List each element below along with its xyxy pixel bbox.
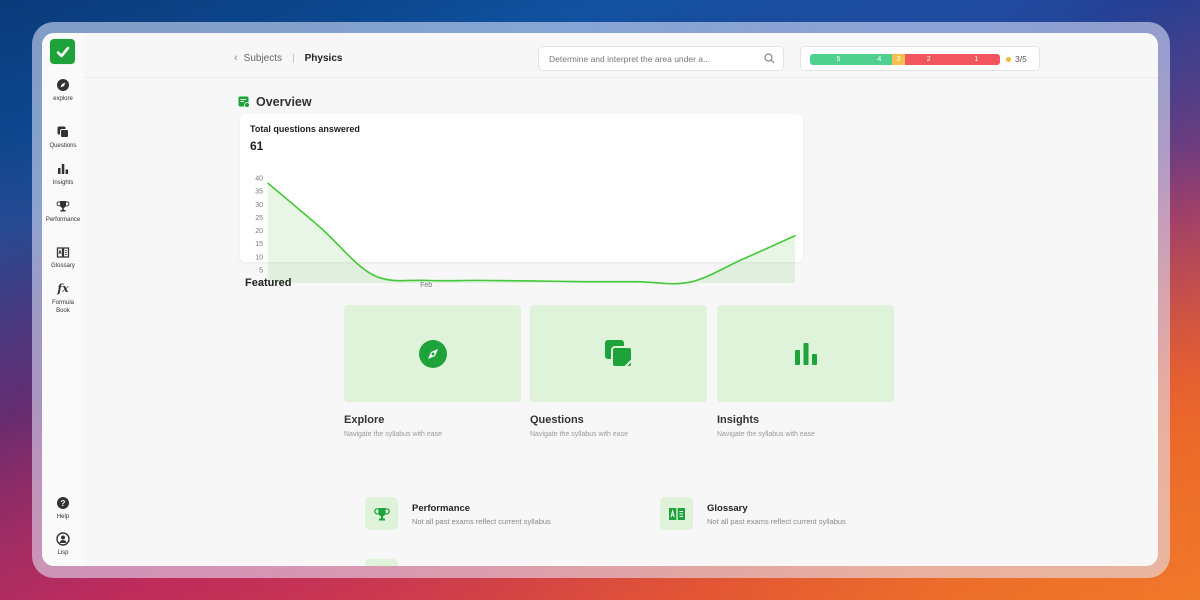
y-tick-label: 25: [255, 215, 263, 222]
sidebar-item-performance[interactable]: Performance: [42, 199, 84, 224]
y-tick-label: 20: [255, 228, 263, 235]
sidebar-item-label: Formula Book: [51, 300, 74, 314]
chart-point: [688, 281, 691, 284]
breadcrumb-current: Physics: [304, 52, 343, 64]
overview-title: Overview: [256, 95, 312, 109]
sidebar-item-questions[interactable]: Questions: [42, 125, 84, 150]
mini-card-icon-box: [660, 497, 693, 530]
book-icon: [668, 507, 685, 520]
sidebar-item-label: Lisp: [57, 550, 69, 556]
sidebar-item-user[interactable]: Lisp: [42, 532, 84, 557]
y-tick-label: 30: [255, 202, 263, 209]
sidebar-item-insights[interactable]: Insights: [42, 162, 84, 187]
trophy-icon: [56, 201, 70, 212]
trophy-icon: [373, 507, 390, 520]
mini-card-subtitle: Not all past exams reflect current sylla…: [412, 517, 551, 526]
fx-icon: fx: [57, 282, 69, 295]
overview-heading: Overview: [238, 95, 312, 109]
mini-card-title: Glossary: [707, 503, 748, 514]
score-segment-4: 4: [867, 54, 892, 65]
feature-subtitle: Navigate the syllabus with ease: [717, 431, 816, 438]
chart-point: [372, 274, 375, 276]
score-dot-icon: [1006, 56, 1011, 62]
mini-card-glossary[interactable]: Glossary Not all past exams reflect curr…: [660, 497, 920, 531]
search-placeholder: Determine and interpret the area under a…: [549, 54, 711, 64]
featured-heading: Featured: [245, 277, 292, 289]
sidebar-item-label: Questions: [49, 143, 77, 149]
chart-point: [741, 258, 744, 261]
sidebar-item-label: Insights: [52, 180, 74, 186]
chart-title: Total questions answered: [250, 124, 360, 134]
chart-point: [425, 279, 427, 282]
score-segment-1: 1: [952, 54, 1000, 65]
bar-chart-icon: [794, 342, 817, 365]
score-text: 3/5: [1015, 54, 1027, 64]
book-icon: [56, 247, 70, 258]
cards-icon: [57, 126, 69, 138]
feature-card-explore[interactable]: [344, 305, 521, 402]
score-bar: 54321: [810, 54, 1000, 65]
app-window: explore Questions Insights Performance G…: [42, 33, 1158, 566]
sidebar-item-glossary[interactable]: Glossary: [42, 245, 84, 270]
app-logo[interactable]: [49, 38, 76, 65]
score-segment-2: 2: [904, 54, 953, 65]
chart-point: [267, 182, 269, 185]
chart-point: [583, 280, 585, 283]
bar-chart-icon: [58, 164, 69, 174]
feature-card-questions[interactable]: [530, 305, 707, 402]
mini-card-partial: [365, 559, 398, 566]
y-tick-label: 10: [255, 254, 263, 261]
chart-area-fill: [268, 183, 795, 284]
sidebar-item-label: Help: [56, 514, 70, 520]
feature-subtitle: Navigate the syllabus with ease: [530, 431, 629, 438]
compass-icon: [57, 79, 69, 91]
y-tick-label: 5: [259, 267, 263, 274]
user-icon: [56, 532, 70, 546]
checkmark-icon: [56, 46, 69, 57]
sidebar-item-explore[interactable]: explore: [42, 78, 84, 103]
feature-title[interactable]: Explore: [344, 414, 384, 426]
compass-icon: [418, 339, 447, 368]
sidebar-item-formula-book[interactable]: fx Formula Book: [42, 282, 84, 315]
score-summary: 3/5: [1006, 54, 1027, 64]
feature-subtitle: Navigate the syllabus with ease: [344, 431, 443, 438]
feature-card-insights[interactable]: [717, 305, 894, 402]
chart-point: [530, 280, 533, 282]
top-bar: ‹ Subjects | Physics Determine and inter…: [84, 33, 1158, 78]
sidebar-item-label: Glossary: [51, 263, 75, 269]
y-tick-label: 40: [255, 176, 263, 183]
mini-card-performance[interactable]: Performance Not all past exams reflect c…: [365, 497, 625, 531]
sidebar-item-label: Performance: [45, 217, 81, 223]
svg-text:?: ?: [61, 499, 66, 508]
breadcrumb: ‹ Subjects | Physics: [234, 52, 342, 64]
chart-point: [794, 234, 796, 237]
sidebar: explore Questions Insights Performance G…: [42, 33, 84, 566]
chart-point: [636, 280, 638, 283]
score-segment-5: 5: [810, 54, 867, 65]
y-tick-label: 15: [255, 241, 263, 248]
score-segment-3: 3: [891, 54, 905, 65]
feature-title[interactable]: Questions: [530, 414, 584, 426]
chart-point: [319, 227, 322, 229]
search-icon[interactable]: [764, 53, 775, 64]
breadcrumb-separator: |: [292, 52, 295, 64]
search-input[interactable]: Determine and interpret the area under a…: [538, 46, 784, 71]
cards-icon: [604, 339, 633, 368]
chart-total: 61: [250, 139, 264, 153]
sidebar-item-label: explore: [53, 96, 73, 102]
overview-icon: [238, 96, 250, 108]
mini-card-icon-box: [365, 497, 398, 530]
questions-area-chart: 0510152025303540Feb: [255, 176, 796, 288]
y-tick-label: 35: [255, 189, 263, 196]
mini-card-title: Performance: [412, 503, 471, 514]
breadcrumb-subjects[interactable]: Subjects: [244, 53, 282, 64]
chevron-left-icon[interactable]: ‹: [234, 52, 238, 64]
help-icon: ?: [57, 497, 69, 509]
sidebar-item-help[interactable]: ? Help: [42, 496, 84, 521]
chart-point: [478, 279, 480, 282]
score-widget[interactable]: 54321 3/5: [800, 46, 1040, 71]
mini-card-subtitle: Not all past exams reflect current sylla…: [707, 517, 846, 526]
x-tick-label: Feb: [420, 282, 432, 288]
feature-title[interactable]: Insights: [717, 414, 759, 426]
